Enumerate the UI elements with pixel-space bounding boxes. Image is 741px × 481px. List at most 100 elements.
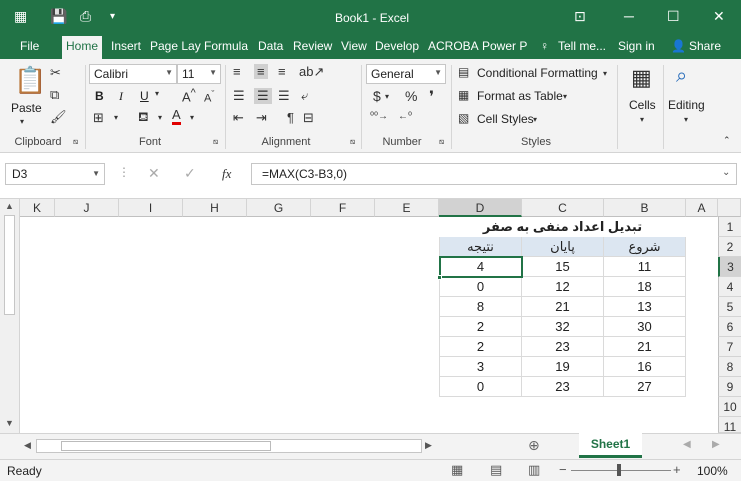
align-center-icon[interactable]: ☰: [254, 88, 272, 104]
start-cell[interactable]: 30: [604, 317, 686, 337]
end-cell[interactable]: 15: [522, 257, 604, 277]
row-header-5[interactable]: 5: [718, 297, 741, 317]
row-header-9[interactable]: 9: [718, 377, 741, 397]
scroll-left-icon[interactable]: ◀: [24, 440, 31, 451]
start-cell[interactable]: 16: [604, 357, 686, 377]
save-icon[interactable]: 💾: [50, 8, 67, 25]
tab-developer[interactable]: Develop: [375, 39, 419, 53]
zoom-level[interactable]: 100%: [697, 464, 728, 478]
format-as-table-button[interactable]: Format as Table: [477, 89, 563, 103]
number-format-combo[interactable]: General ▼: [366, 64, 446, 84]
alignment-launcher-icon[interactable]: ⧅: [350, 137, 355, 147]
increase-font-icon[interactable]: A^: [182, 87, 196, 104]
start-cell[interactable]: 11: [604, 257, 686, 277]
tab-data[interactable]: Data: [258, 39, 283, 53]
paste-button[interactable]: Paste: [11, 101, 42, 115]
comma-style-icon[interactable]: ❜: [429, 87, 434, 107]
column-header-e[interactable]: E: [375, 199, 439, 217]
zoom-out-icon[interactable]: −: [559, 462, 567, 477]
result-cell[interactable]: 2: [439, 317, 522, 337]
zoom-slider-thumb[interactable]: [617, 464, 621, 476]
column-header-f[interactable]: F: [311, 199, 375, 217]
row-header-8[interactable]: 8: [718, 357, 741, 377]
start-cell[interactable]: 18: [604, 277, 686, 297]
copy-icon[interactable]: ⧉: [50, 87, 59, 103]
expand-formula-icon[interactable]: ⌄: [722, 167, 730, 178]
align-bottom-icon[interactable]: ≡: [278, 64, 286, 79]
end-cell[interactable]: 23: [522, 377, 604, 397]
orientation-icon[interactable]: ab↗: [299, 64, 324, 80]
select-all-corner[interactable]: [718, 199, 741, 217]
page-layout-view-icon[interactable]: ▤: [490, 462, 502, 478]
tab-home[interactable]: Home: [62, 36, 103, 59]
increase-indent-icon[interactable]: ⇥: [256, 110, 267, 126]
paste-icon[interactable]: 📋: [14, 65, 46, 96]
font-color-icon[interactable]: A: [172, 108, 181, 125]
cancel-icon[interactable]: ✕: [148, 165, 160, 182]
ribbon-display-icon[interactable]: ⊡: [574, 8, 586, 25]
minimize-icon[interactable]: ─: [624, 8, 634, 24]
scroll-thumb[interactable]: [4, 215, 15, 315]
column-header-i[interactable]: I: [119, 199, 183, 217]
start-cell[interactable]: 13: [604, 297, 686, 317]
merge-center-icon[interactable]: ⊟: [303, 110, 314, 126]
result-cell[interactable]: 8: [439, 297, 522, 317]
new-sheet-icon[interactable]: ⊕: [528, 437, 540, 454]
column-header-h[interactable]: H: [183, 199, 247, 217]
format-painter-icon[interactable]: 🖌: [50, 109, 67, 125]
column-header-k[interactable]: K: [20, 199, 55, 217]
share-button[interactable]: Share: [689, 39, 721, 53]
wrap-text-icon[interactable]: ⤶: [301, 88, 308, 104]
bold-button[interactable]: B: [95, 89, 104, 103]
print-preview-icon[interactable]: ⎙: [80, 8, 91, 25]
scroll-down-icon[interactable]: ▼: [5, 418, 14, 428]
borders-dropdown-icon[interactable]: ▾: [114, 113, 118, 122]
row-header-11[interactable]: 11: [718, 417, 741, 434]
header-cell-result[interactable]: نتیجه: [439, 237, 522, 257]
tab-page-layout[interactable]: Page Lay: [150, 39, 201, 53]
scroll-up-icon[interactable]: ▲: [5, 201, 14, 211]
paste-dropdown-icon[interactable]: ▾: [20, 117, 24, 126]
increase-decimal-icon[interactable]: ⁰⁰→: [370, 111, 388, 122]
align-right-icon[interactable]: ☰: [278, 88, 290, 104]
column-header-j[interactable]: J: [55, 199, 119, 217]
result-cell[interactable]: 3: [439, 357, 522, 377]
end-cell[interactable]: 23: [522, 337, 604, 357]
cut-icon[interactable]: ✂: [50, 65, 61, 81]
tab-power-pivot[interactable]: Power P: [482, 39, 527, 53]
row-header-7[interactable]: 7: [718, 337, 741, 357]
header-cell-start[interactable]: شروع: [604, 237, 686, 257]
decrease-font-icon[interactable]: Aˇ: [204, 89, 214, 105]
decrease-indent-icon[interactable]: ⇤: [233, 110, 244, 126]
underline-button[interactable]: U: [140, 89, 149, 103]
sheet-tab-sheet1[interactable]: Sheet1: [579, 433, 642, 458]
font-name-combo[interactable]: Calibri ▼: [89, 64, 177, 84]
tab-file[interactable]: File: [20, 39, 39, 53]
start-cell[interactable]: 21: [604, 337, 686, 357]
sign-in-link[interactable]: Sign in: [618, 39, 655, 53]
name-box[interactable]: D3 ▼: [5, 163, 105, 185]
align-top-icon[interactable]: ≡: [233, 64, 241, 79]
end-cell[interactable]: 32: [522, 317, 604, 337]
maximize-icon[interactable]: ☐: [667, 8, 680, 25]
row-header-3[interactable]: 3: [718, 257, 741, 277]
header-cell-end[interactable]: پایان: [522, 237, 604, 257]
column-header-b[interactable]: B: [604, 199, 686, 217]
normal-view-icon[interactable]: ▦: [451, 462, 463, 478]
vertical-scrollbar[interactable]: ▲ ▼: [0, 199, 20, 433]
zoom-in-icon[interactable]: +: [673, 462, 681, 477]
fill-handle[interactable]: [437, 275, 442, 280]
currency-icon[interactable]: $: [373, 88, 381, 104]
tab-review[interactable]: Review: [293, 39, 332, 53]
font-launcher-icon[interactable]: ⧅: [213, 137, 218, 147]
currency-dropdown-icon[interactable]: ▾: [385, 92, 389, 101]
table-title[interactable]: تبدیل اعداد منفی به صفر: [439, 217, 686, 237]
worksheet-grid[interactable]: ▲ ▼ K J I H G F E D C B A 1 2 3 4 5 6 7 …: [0, 199, 741, 434]
page-break-view-icon[interactable]: ▥: [528, 462, 540, 478]
fill-color-icon[interactable]: ⛾: [138, 109, 149, 127]
cell-styles-button[interactable]: Cell Styles: [477, 112, 534, 126]
borders-icon[interactable]: ⊞: [93, 110, 104, 126]
collapse-ribbon-icon[interactable]: ⌃: [723, 135, 731, 146]
align-middle-icon[interactable]: ≡: [254, 64, 268, 79]
result-cell[interactable]: 4: [439, 257, 522, 277]
